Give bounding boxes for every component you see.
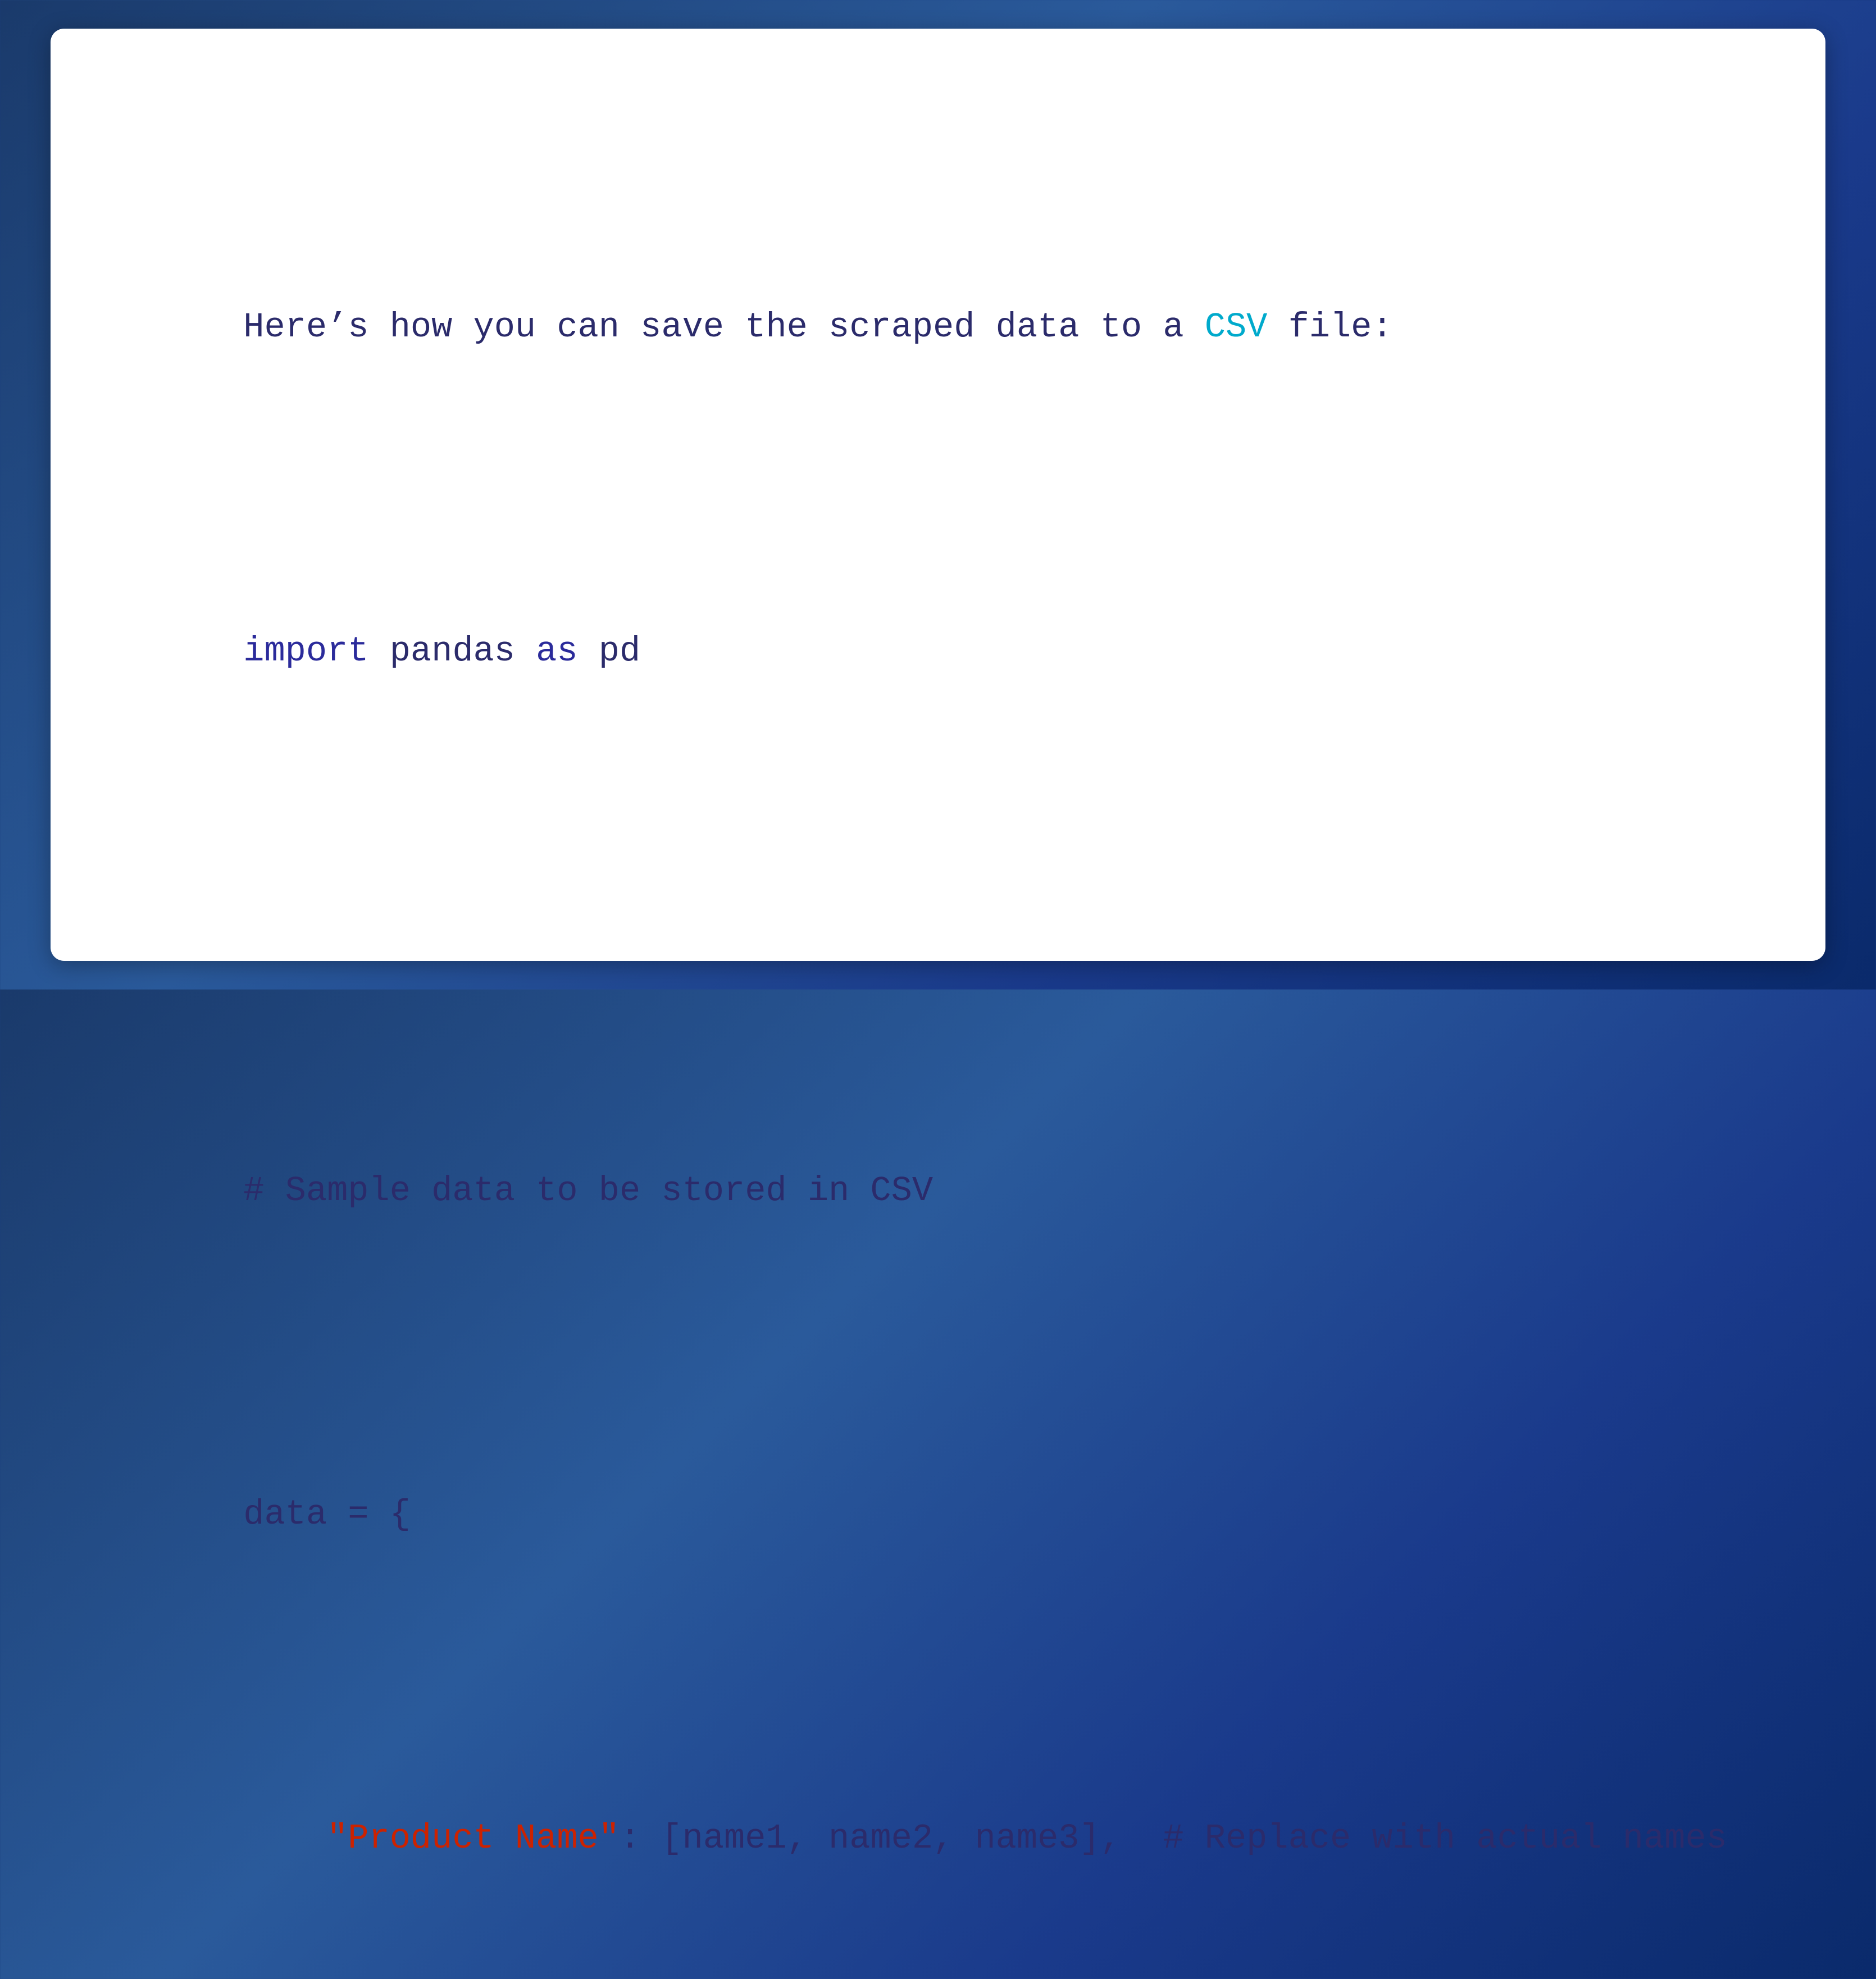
data-open-text: data = { [243, 1494, 411, 1534]
product-name-line: "Product Name": [name1, name2, name3], #… [118, 1758, 1758, 1919]
indent-1 [243, 1818, 327, 1858]
blank-1 [118, 894, 1758, 948]
code-block: Here’s how you can save the scraped data… [118, 85, 1758, 1979]
pd-text: pd [578, 631, 641, 671]
comment-text: # Sample data to be stored in CSV [243, 1171, 933, 1211]
import-keyword: import [243, 631, 368, 671]
product-name-string: "Product Name" [327, 1818, 620, 1858]
product-name-rest: : [name1, name2, name3], # Replace with … [620, 1818, 1727, 1858]
intro-line: Here’s how you can save the scraped data… [118, 247, 1758, 408]
csv-keyword: CSV [1205, 307, 1268, 347]
intro-suffix: file: [1267, 307, 1392, 347]
import-line: import pandas as pd [118, 571, 1758, 732]
data-open-line: data = { [118, 1434, 1758, 1595]
intro-text: Here’s how you can save the scraped data… [243, 307, 1204, 347]
pandas-text: pandas [369, 631, 536, 671]
comment-line: # Sample data to be stored in CSV [118, 1110, 1758, 1272]
code-card: Here’s how you can save the scraped data… [51, 29, 1825, 961]
as-keyword: as [536, 631, 577, 671]
